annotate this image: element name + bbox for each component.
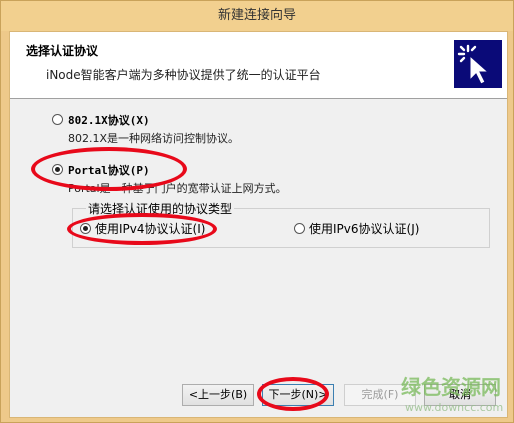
watermark-url: www.downcc.com bbox=[405, 401, 504, 414]
radio-ipv6[interactable] bbox=[294, 223, 305, 234]
page-subtitle: iNode智能客户端为多种协议提供了统一的认证平台 bbox=[46, 68, 321, 82]
radio-8021x[interactable] bbox=[52, 114, 63, 125]
page-title: 选择认证协议 bbox=[26, 44, 99, 58]
wizard-header: 选择认证协议 iNode智能客户端为多种协议提供了统一的认证平台 bbox=[10, 32, 507, 99]
option-portal-label[interactable]: Portal协议(P) bbox=[68, 162, 150, 178]
watermark-title: 绿色资源网 bbox=[401, 375, 501, 399]
radio-ipv4[interactable] bbox=[80, 223, 91, 234]
cursor-click-icon bbox=[454, 40, 502, 88]
back-button[interactable]: <上一步(B) bbox=[182, 384, 254, 406]
title-bar[interactable]: 新建连接向导 bbox=[1, 1, 513, 31]
protocol-type-group-title: 请选择认证使用的协议类型 bbox=[86, 200, 235, 217]
option-8021x-description: 802.1X是一种网络访问控制协议。 bbox=[68, 132, 240, 145]
option-ipv6-label[interactable]: 使用IPv6协议认证(J) bbox=[309, 220, 419, 237]
next-button[interactable]: 下一步(N)> bbox=[262, 384, 334, 406]
option-ipv4-label[interactable]: 使用IPv4协议认证(I) bbox=[95, 220, 205, 237]
window-title: 新建连接向导 bbox=[217, 8, 296, 23]
radio-portal[interactable] bbox=[52, 164, 63, 175]
wizard-client-area: 选择认证协议 iNode智能客户端为多种协议提供了统一的认证平台 802.1X协… bbox=[9, 31, 508, 418]
option-8021x-label[interactable]: 802.1X协议(X) bbox=[68, 112, 150, 128]
wizard-window: 新建连接向导 选择认证协议 iNode智能客户端为多种协议提供了统一的认证平台 bbox=[0, 0, 514, 423]
option-portal-description: Portal是一种基于门户的宽带认证上网方式。 bbox=[68, 182, 287, 195]
